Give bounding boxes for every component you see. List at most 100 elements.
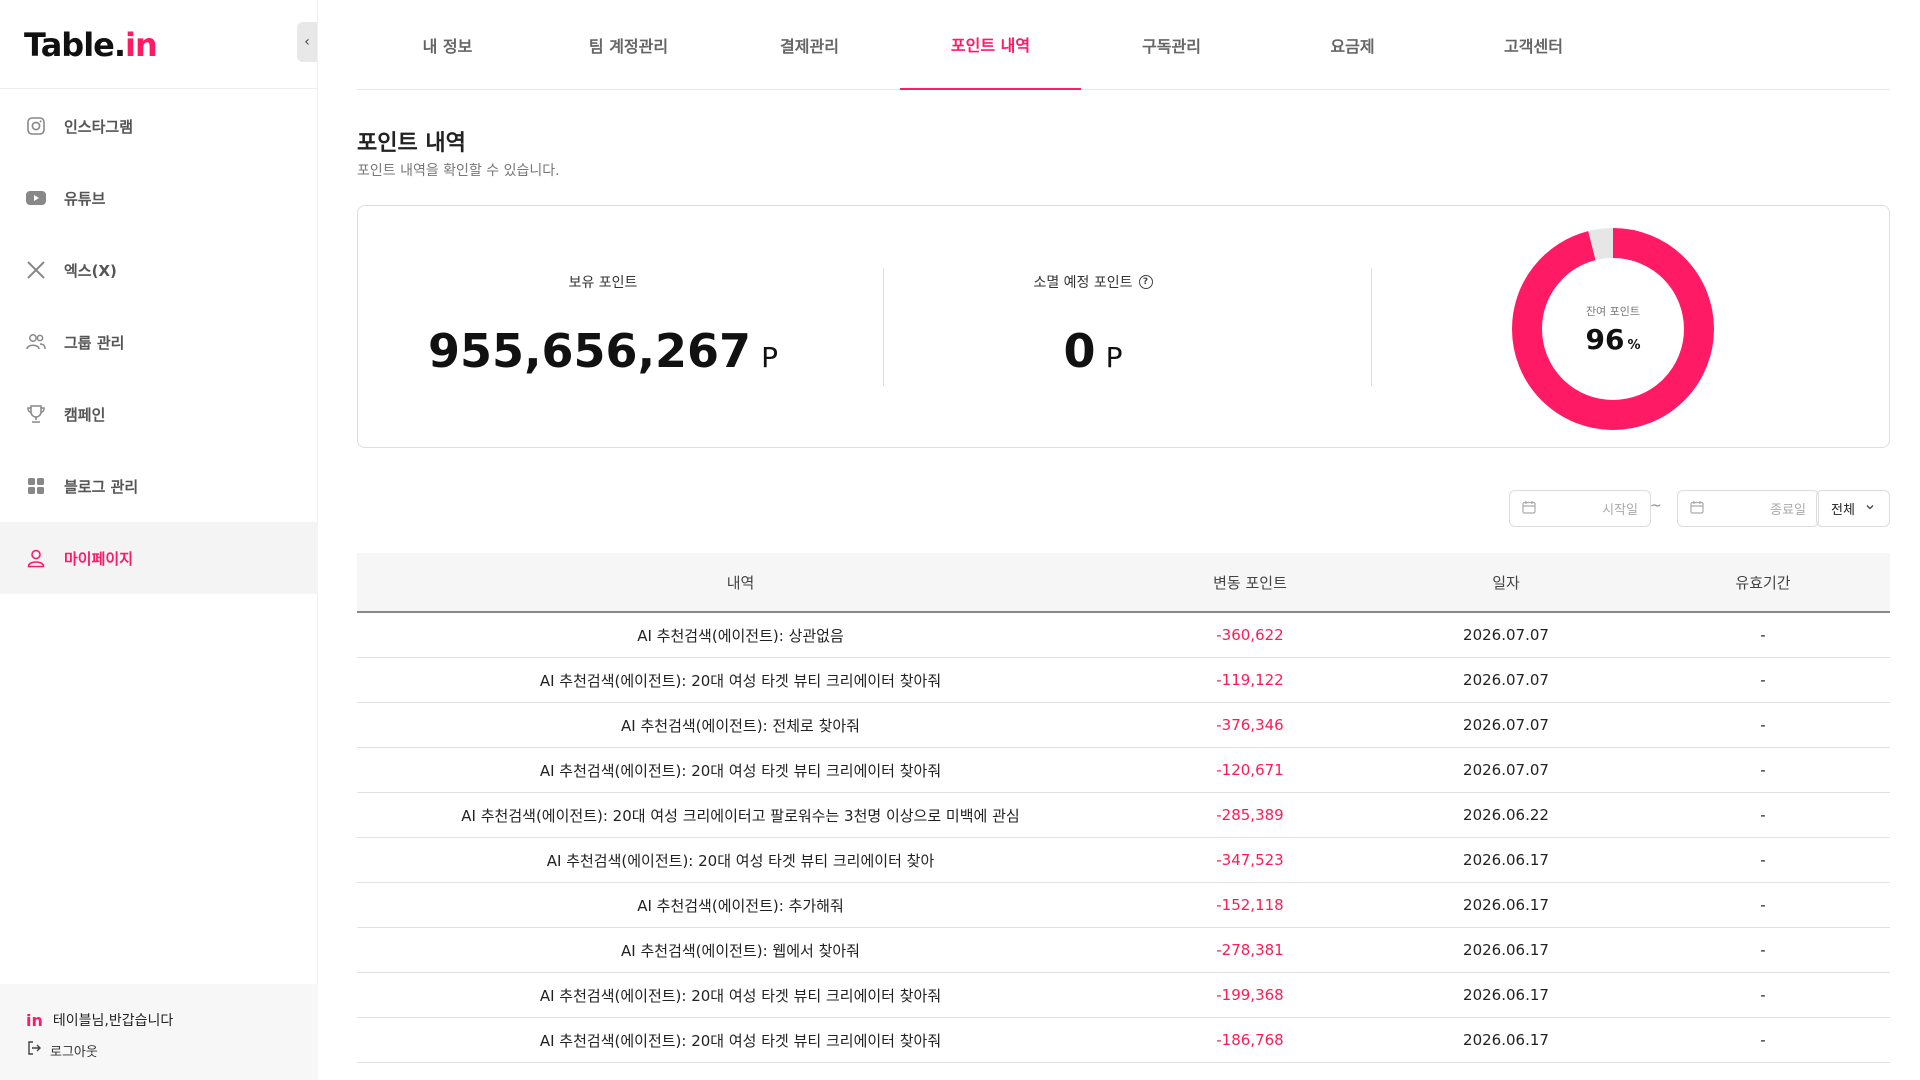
history-cell: AI 추천검색(에이전트): 추가해줘 — [637, 896, 844, 915]
date-cell: 2026.06.22 — [1463, 806, 1549, 824]
points-cell: -360,622 — [1216, 626, 1284, 644]
brand-logo[interactable]: Table.in — [24, 26, 158, 64]
type-select-value: 전체 — [1831, 503, 1855, 518]
points-cell: -186,768 — [1216, 1031, 1284, 1049]
validity-cell: - — [1760, 851, 1766, 869]
tab-subscription[interactable]: 구독관리 — [1081, 0, 1262, 90]
table-row: AI 추천검색(에이전트): 추가해줘 -152,118 2026.06.17 - — [357, 883, 1890, 928]
sidebar-item-label: 유튜브 — [64, 189, 106, 208]
points-cell: -120,671 — [1216, 761, 1284, 779]
table-row: AI 추천검색(에이전트): 웹에서 찾아줘 -278,381 2026.06.17… — [357, 928, 1890, 973]
points-cell: -119,122 — [1216, 671, 1284, 689]
logout-button[interactable]: 로그아웃 — [26, 1040, 318, 1060]
points-cell: -376,346 — [1216, 716, 1284, 734]
date-cell: 2026.06.17 — [1463, 986, 1549, 1004]
validity-cell: - — [1760, 941, 1766, 959]
start-date-placeholder: 시작일 — [1602, 503, 1638, 518]
sidebar-item-blog[interactable]: 블로그 관리 — [0, 450, 318, 522]
table-row: AI 추천검색(에이전트): 20대 여성 크리에이터고 팔로워수는 3천명 이… — [357, 793, 1890, 838]
points-history-table: 내역 변동 포인트 일자 유효기간 AI 추천검색(에이전트): 상관없음 -36… — [357, 553, 1890, 1063]
date-cell: 2026.06.17 — [1463, 941, 1549, 959]
sidebar-item-label: 캠페인 — [64, 405, 106, 424]
table-row: AI 추천검색(에이전트): 20대 여성 타겟 뷰티 크리에이터 찾아줘 -19… — [357, 973, 1890, 1018]
owned-points-label: 보유 포인트 — [568, 275, 638, 291]
history-cell: AI 추천검색(에이전트): 웹에서 찾아줘 — [621, 941, 860, 960]
divider — [1371, 268, 1372, 386]
table-row: AI 추천검색(에이전트): 20대 여성 타겟 뷰티 크리에이터 찾아줘 -18… — [357, 1018, 1890, 1063]
history-cell: AI 추천검색(에이전트): 20대 여성 타겟 뷰티 크리에이터 찾아줘 — [539, 1031, 942, 1050]
history-cell: AI 추천검색(에이전트): 20대 여성 타겟 뷰티 크리에이터 찾아줘 — [539, 761, 942, 780]
sidebar-nav: 인스타그램 유튜브 엑스(X) 그룹 관리 캠페인 블로그 관리 마이페이지 — [0, 90, 318, 594]
tab-points[interactable]: 포인트 내역 — [900, 0, 1081, 90]
points-cell: -285,389 — [1216, 806, 1284, 824]
calendar-icon — [1522, 500, 1536, 518]
x-icon — [24, 258, 48, 282]
donut-center: 잔여 포인트 96% — [1508, 224, 1718, 434]
owned-points: 보유 포인트 955,656,267 P — [358, 206, 848, 449]
column-header: 내역 — [726, 573, 755, 592]
logout-icon — [26, 1040, 42, 1060]
sidebar-collapse-button[interactable]: ‹ — [297, 22, 317, 62]
start-date-input[interactable]: 시작일 — [1509, 490, 1651, 527]
top-tabs: 내 정보 팀 계정관리 결제관리 포인트 내역 구독관리 요금제 고객센터 — [357, 0, 1890, 90]
date-cell: 2026.07.07 — [1463, 626, 1549, 644]
sidebar-item-label: 그룹 관리 — [64, 333, 125, 352]
date-cell: 2026.07.07 — [1463, 671, 1549, 689]
brand-mark: in — [26, 1010, 43, 1030]
sidebar-item-campaign[interactable]: 캠페인 — [0, 378, 318, 450]
table-row: AI 추천검색(에이전트): 상관없음 -360,622 2026.07.07 - — [357, 613, 1890, 658]
table-header: 내역 변동 포인트 일자 유효기간 — [357, 553, 1890, 613]
date-cell: 2026.06.17 — [1463, 896, 1549, 914]
date-cell: 2026.07.07 — [1463, 761, 1549, 779]
tab-pricing[interactable]: 요금제 — [1262, 0, 1443, 90]
validity-cell: - — [1760, 671, 1766, 689]
tab-team-account[interactable]: 팀 계정관리 — [538, 0, 719, 90]
date-cell: 2026.06.17 — [1463, 851, 1549, 869]
points-cell: -199,368 — [1216, 986, 1284, 1004]
history-cell: AI 추천검색(에이전트): 20대 여성 타겟 뷰티 크리에이터 찾아줘 — [539, 671, 942, 690]
date-separator: ~ — [1650, 498, 1662, 514]
type-select[interactable]: 전체 — [1816, 490, 1890, 527]
sidebar-item-instagram[interactable]: 인스타그램 — [0, 90, 318, 162]
column-header: 일자 — [1492, 573, 1520, 592]
table-row: AI 추천검색(에이전트): 20대 여성 타겟 뷰티 크리에이터 찾아줘 -11… — [357, 658, 1890, 703]
points-cell: -152,118 — [1216, 896, 1284, 914]
sidebar-item-label: 인스타그램 — [64, 117, 134, 136]
tab-payment[interactable]: 결제관리 — [719, 0, 900, 90]
sidebar-item-x[interactable]: 엑스(X) — [0, 234, 318, 306]
validity-cell: - — [1760, 806, 1766, 824]
expiring-points-label: 소멸 예정 포인트? — [848, 272, 1338, 292]
validity-cell: - — [1760, 626, 1766, 644]
validity-cell: - — [1760, 1031, 1766, 1049]
owned-points-value: 955,656,267 P — [428, 324, 778, 378]
tab-support[interactable]: 고객센터 — [1443, 0, 1624, 90]
history-cell: AI 추천검색(에이전트): 20대 여성 크리에이터고 팔로워수는 3천명 이… — [461, 806, 1020, 825]
points-cell: -347,523 — [1216, 851, 1284, 869]
sidebar-item-youtube[interactable]: 유튜브 — [0, 162, 318, 234]
sidebar-footer: in 테이블님,반갑습니다 로그아웃 — [0, 984, 318, 1080]
validity-cell: - — [1760, 716, 1766, 734]
table-row: AI 추천검색(에이전트): 20대 여성 타겟 뷰티 크리에이터 찾아 -347… — [357, 838, 1890, 883]
validity-cell: - — [1760, 896, 1766, 914]
page-subtitle: 포인트 내역을 확인할 수 있습니다. — [357, 163, 560, 179]
group-icon — [24, 330, 48, 354]
date-cell: 2026.07.07 — [1463, 716, 1549, 734]
chevron-left-icon: ‹ — [304, 34, 310, 50]
remaining-points-label: 잔여 포인트 — [1585, 304, 1641, 318]
sidebar-item-mypage[interactable]: 마이페이지 — [0, 522, 318, 594]
date-cell: 2026.06.17 — [1463, 1031, 1549, 1049]
history-cell: AI 추천검색(에이전트): 전체로 찾아줘 — [621, 716, 860, 735]
user-icon — [24, 546, 48, 570]
remaining-points-value: 96% — [1585, 322, 1641, 356]
youtube-icon — [24, 186, 48, 210]
history-cell: AI 추천검색(에이전트): 20대 여성 타겟 뷰티 크리에이터 찾아줘 — [539, 986, 942, 1005]
help-icon[interactable]: ? — [1138, 275, 1153, 289]
tab-my-info[interactable]: 내 정보 — [357, 0, 538, 90]
calendar-icon — [1690, 500, 1704, 518]
sidebar-item-label: 엑스(X) — [64, 261, 117, 280]
end-date-input[interactable]: 종료일 — [1677, 490, 1819, 527]
grid-icon — [24, 474, 48, 498]
user-greeting: in 테이블님,반갑습니다 — [26, 1010, 318, 1030]
chevron-down-icon — [1865, 501, 1875, 516]
sidebar-item-group[interactable]: 그룹 관리 — [0, 306, 318, 378]
